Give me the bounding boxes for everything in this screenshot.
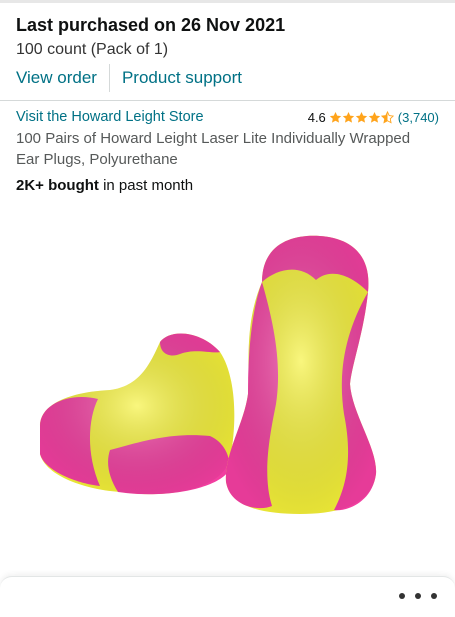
more-options-icon[interactable] — [399, 593, 437, 599]
dot — [399, 593, 405, 599]
star-full-icon — [355, 111, 367, 123]
product-title[interactable]: 100 Pairs of Howard Leight Laser Lite In… — [16, 128, 429, 170]
left-earplug — [40, 333, 235, 495]
last-purchased-title: Last purchased on 26 Nov 2021 — [16, 15, 286, 35]
star-full-icon — [342, 111, 354, 123]
action-separator — [108, 64, 110, 92]
rating-stars — [329, 110, 394, 124]
bought-in-past-month: 2K+ bought in past month — [16, 176, 193, 196]
star-full-icon — [329, 111, 341, 123]
product-support-link[interactable]: Product support — [122, 67, 242, 89]
purchase-info: Last purchased on 26 Nov 2021 100 count … — [16, 14, 439, 61]
rating-summary[interactable]: 4.6 (3,740) — [308, 110, 439, 125]
store-rating-row: Visit the Howard Leight Store 4.6 (3,740… — [16, 107, 439, 127]
earplugs-image — [40, 235, 377, 515]
right-earplug — [225, 235, 377, 515]
rating-count[interactable]: (3,740) — [398, 110, 439, 125]
top-divider — [0, 0, 455, 3]
product-image[interactable] — [0, 214, 455, 574]
order-actions: View order Product support — [16, 64, 242, 92]
bought-count: 2K+ bought — [16, 177, 99, 194]
star-half-icon — [380, 110, 394, 123]
bottom-card — [0, 576, 455, 617]
dot — [431, 593, 437, 599]
store-link[interactable]: Visit the Howard Leight Store — [16, 109, 204, 125]
dot — [415, 593, 421, 599]
pack-size-text: 100 count (Pack of 1) — [16, 41, 169, 58]
rating-value: 4.6 — [307, 109, 326, 125]
section-divider — [0, 100, 455, 101]
view-order-link[interactable]: View order — [16, 67, 97, 89]
bought-suffix: in past month — [98, 177, 194, 194]
star-full-icon — [368, 111, 380, 123]
